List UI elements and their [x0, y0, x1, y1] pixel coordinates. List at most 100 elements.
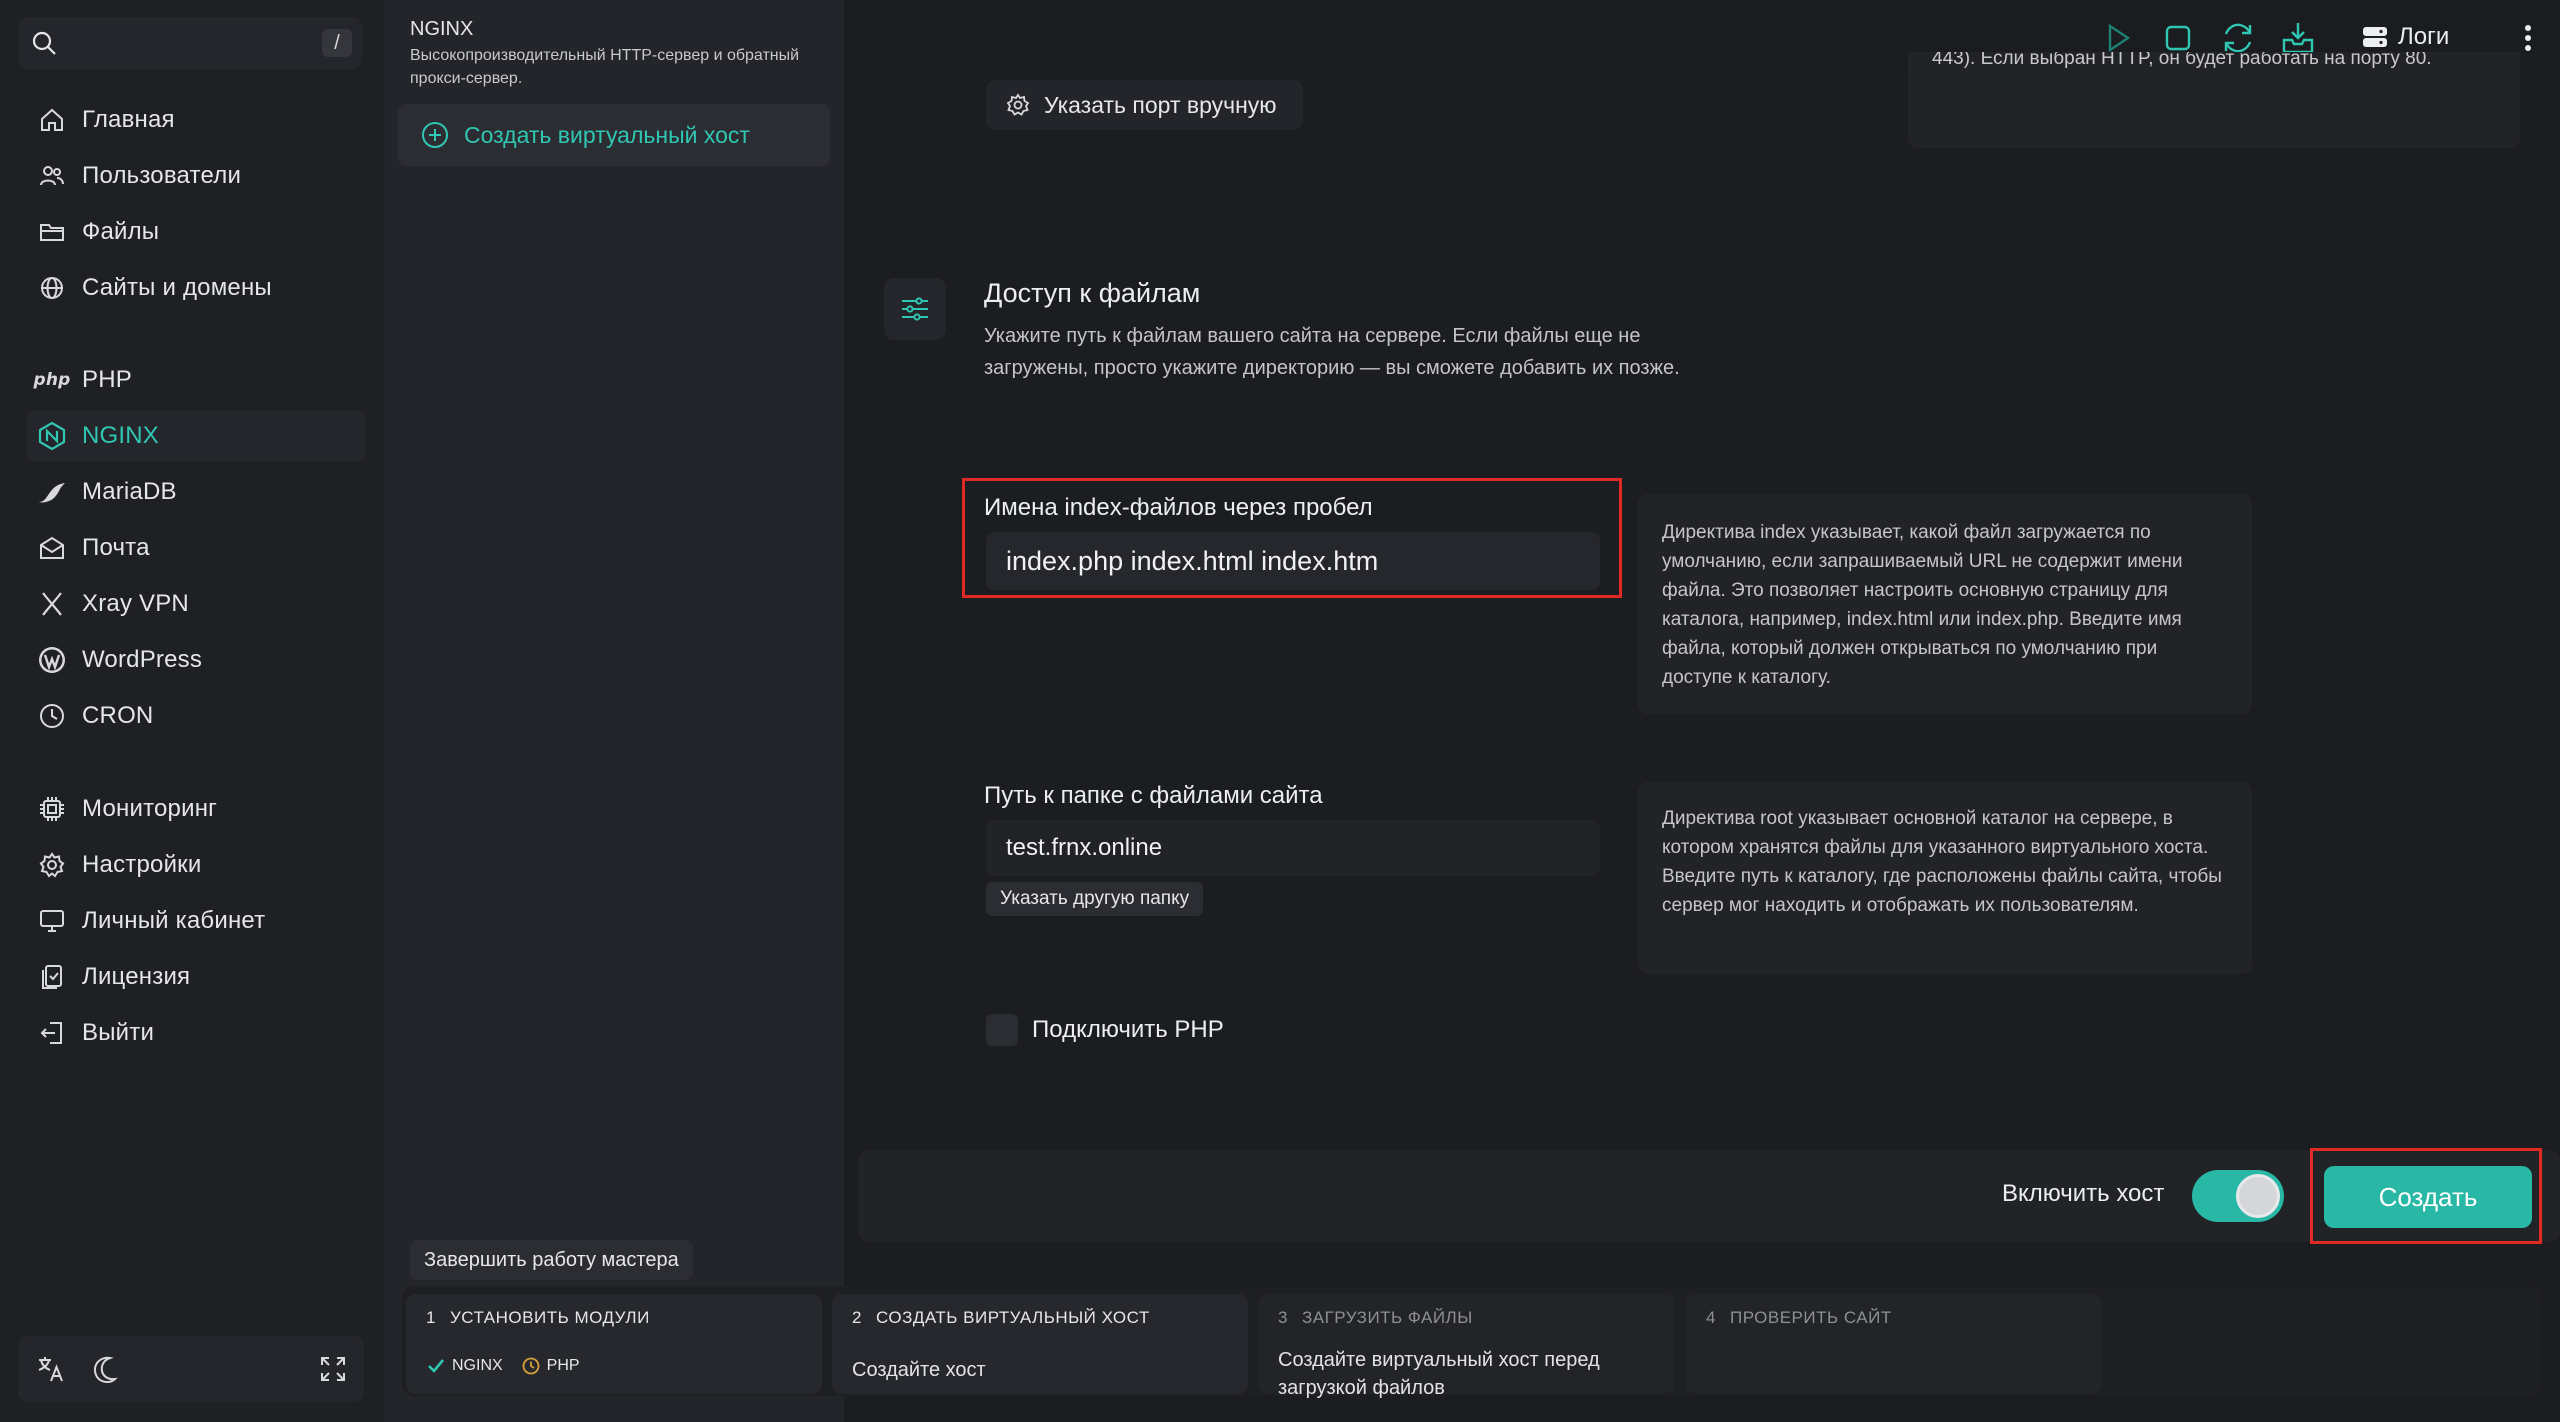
gear-icon	[1006, 93, 1030, 116]
sidebar-item-wordpress[interactable]: WordPress	[26, 635, 366, 685]
users-icon	[36, 160, 68, 192]
wizard-step-1[interactable]: 1 УСТАНОВИТЬ МОДУЛИ NGINX PHP	[406, 1294, 822, 1394]
wizard-step-3: 3 ЗАГРУЗИТЬ ФАЙЛЫ Создайте виртуальный хо…	[1258, 1294, 1674, 1399]
sidebar-item-account[interactable]: Личный кабинет	[26, 896, 366, 946]
php-icon: php	[33, 370, 71, 390]
pick-folder-button[interactable]: Указать другую папку	[986, 882, 1204, 916]
action-bar	[858, 1150, 2560, 1242]
search-icon	[32, 31, 56, 55]
home-icon	[36, 104, 68, 136]
create-vhost-label: Создать виртуальный хост	[464, 121, 750, 148]
step-body: Создайте виртуальный хост перед загрузко…	[1278, 1349, 1600, 1399]
restart-icon[interactable]	[2220, 20, 2256, 56]
gear-icon	[36, 849, 68, 881]
root-path-label: Путь к папке с файлами сайта	[984, 782, 1323, 809]
logs-label: Логи	[2398, 23, 2450, 50]
port-help-text: 443). Если выбран HTTP, он будет работат…	[1932, 52, 2432, 69]
logs-button[interactable]: Логи	[2360, 18, 2449, 56]
search-shortcut: /	[322, 29, 352, 57]
sidebar-item-logout[interactable]: Выйти	[26, 1008, 366, 1058]
sidebar-item-sites[interactable]: Сайты и домены	[26, 263, 366, 313]
plus-circle-icon	[422, 122, 448, 148]
index-help-text: Директива index указывает, какой файл за…	[1662, 522, 2183, 688]
download-icon[interactable]	[2280, 20, 2316, 56]
sidebar-item-label: Настройки	[82, 851, 202, 878]
logout-icon	[36, 1017, 68, 1049]
manual-port-button[interactable]: Указать порт вручную	[986, 80, 1303, 130]
index-help-card: Директива index указывает, какой файл за…	[1638, 494, 2252, 714]
sidebar-item-users[interactable]: Пользователи	[26, 151, 366, 201]
step-number: 2	[852, 1308, 862, 1327]
sidebar-item-nginx[interactable]: NGINX	[26, 411, 366, 461]
root-help-card: Директива root указывает основной катало…	[1638, 782, 2252, 974]
sidebar-item-label: Xray VPN	[82, 590, 189, 617]
translate-icon[interactable]	[36, 1354, 66, 1384]
step-title: УСТАНОВИТЬ МОДУЛИ	[449, 1308, 650, 1327]
sidebar-item-mail[interactable]: Почта	[26, 523, 366, 573]
sidebar-item-php[interactable]: php PHP	[26, 355, 366, 405]
sidebar-item-label: Файлы	[82, 218, 160, 245]
step-title: ЗАГРУЗИТЬ ФАЙЛЫ	[1301, 1308, 1473, 1327]
finish-wizard-button[interactable]: Завершить работу мастера	[410, 1240, 693, 1280]
clock-icon	[36, 700, 68, 732]
sidebar-item-label: Сайты и домены	[82, 274, 272, 301]
play-icon[interactable]	[2100, 20, 2136, 56]
sidebar-item-label: Лицензия	[82, 963, 191, 990]
step-number: 4	[1706, 1308, 1716, 1327]
sidebar-item-monitoring[interactable]: Мониторинг	[26, 784, 366, 834]
step-tag-php: PHP	[521, 1356, 580, 1376]
cpu-icon	[36, 793, 68, 825]
sidebar-item-home[interactable]: Главная	[26, 95, 366, 145]
step-number: 3	[1278, 1308, 1288, 1327]
sidebar-item-files[interactable]: Файлы	[26, 207, 366, 257]
file-access-title: Доступ к файлам	[984, 278, 1201, 308]
create-vhost-button[interactable]: Создать виртуальный хост	[398, 104, 830, 166]
moon-icon[interactable]	[90, 1354, 120, 1384]
toggle-knob	[2236, 1174, 2280, 1218]
sidebar-item-xray[interactable]: Xray VPN	[26, 579, 366, 629]
globe-icon	[36, 272, 68, 304]
sidebar-item-label: Пользователи	[82, 162, 242, 189]
xray-icon	[36, 588, 68, 620]
wordpress-icon	[36, 644, 68, 676]
create-button[interactable]: Создать	[2324, 1166, 2532, 1228]
sidebar: / Главная Пользователи Файлы Сайты и дом…	[0, 0, 384, 1422]
enable-host-toggle[interactable]	[2192, 1170, 2284, 1222]
folder-icon	[36, 216, 68, 248]
sidebar-item-label: Главная	[82, 106, 175, 133]
sidebar-item-label: Личный кабинет	[82, 907, 266, 934]
step-tag-nginx: NGINX	[426, 1356, 503, 1376]
php-checkbox[interactable]	[986, 1014, 1018, 1046]
sidebar-item-label: NGINX	[82, 422, 160, 449]
sidebar-item-label: CRON	[82, 702, 154, 729]
sidebar-item-settings[interactable]: Настройки	[26, 840, 366, 890]
index-files-input[interactable]	[986, 532, 1600, 590]
section-icon	[884, 278, 946, 340]
clock-icon	[522, 1357, 540, 1375]
search-input[interactable]: /	[18, 17, 362, 69]
monitor-icon	[36, 905, 68, 937]
sidebar-item-label: Выйти	[82, 1019, 155, 1046]
sidebar-item-cron[interactable]: CRON	[26, 691, 366, 741]
module-description: Высокопроизводительный HTTP-сервер и обр…	[410, 47, 800, 87]
stop-icon[interactable]	[2160, 20, 2196, 56]
wizard-step-4: 4 ПРОВЕРИТЬ САЙТ	[1686, 1294, 2102, 1394]
sidebar-item-label: WordPress	[82, 646, 203, 673]
sidebar-item-license[interactable]: Лицензия	[26, 952, 366, 1002]
more-vertical-icon[interactable]	[2510, 20, 2546, 56]
enable-host-label: Включить хост	[2002, 1180, 2165, 1207]
sidebar-item-label: Мониторинг	[82, 795, 218, 822]
file-access-description: Укажите путь к файлам вашего сайта на се…	[984, 325, 1680, 379]
server-icon	[2363, 27, 2387, 47]
module-title: NGINX	[410, 18, 474, 40]
php-checkbox-label: Подключить PHP	[1032, 1016, 1224, 1043]
manual-port-label: Указать порт вручную	[1044, 91, 1277, 118]
sidebar-item-mariadb[interactable]: MariaDB	[26, 467, 366, 517]
mail-icon	[36, 532, 68, 564]
wizard-step-2[interactable]: 2 СОЗДАТЬ ВИРТУАЛЬНЫЙ ХОСТ Создайте хост	[832, 1294, 1248, 1394]
php-checkbox-row[interactable]: Подключить PHP	[986, 1014, 1224, 1046]
sidebar-item-label: Почта	[82, 534, 150, 561]
fullscreen-icon[interactable]	[318, 1354, 348, 1384]
root-path-input[interactable]	[986, 820, 1600, 876]
mariadb-icon	[36, 476, 68, 508]
